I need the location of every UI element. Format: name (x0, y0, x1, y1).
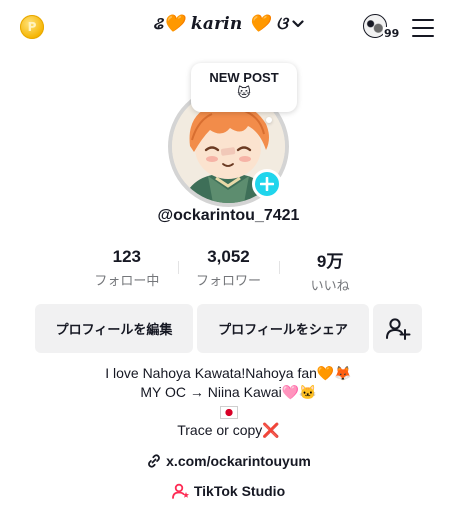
new-post-bubble-tail (266, 117, 272, 123)
stat-label: いいね (310, 279, 350, 294)
bio-link[interactable]: x.com/ockarintouyum (0, 453, 457, 469)
link-text: x.com/ockarintouyum (166, 453, 311, 469)
profile-stats: 123 フォロー中 3,052 フォロワー 9万 いいね (76, 247, 381, 294)
stat-value: 123 (112, 247, 142, 266)
link-icon (148, 454, 161, 468)
edit-profile-button[interactable]: プロフィールを編集 (35, 304, 193, 353)
stat-likes[interactable]: 9万 いいね (279, 247, 381, 294)
tiktok-studio-icon (171, 483, 189, 499)
cross-mark-icon: ❌ (262, 422, 280, 438)
profile-bio: I love Nahoya Kawata!Nahoya fan🧡🦊 MY OC … (0, 364, 457, 440)
bio-line (0, 402, 457, 421)
share-profile-button[interactable]: プロフィールをシェア (197, 304, 369, 353)
bio-line: I love Nahoya Kawata!Nahoya fan🧡🦊 (105, 365, 352, 381)
activity-avatar-button[interactable]: 99 (363, 14, 401, 44)
profile-handle: @ockarintou_7421 (157, 207, 300, 224)
stat-followers[interactable]: 3,052 フォロワー (177, 247, 280, 294)
notification-count-badge: 99 (383, 27, 401, 40)
chevron-down-icon[interactable] (292, 18, 304, 30)
stat-label: フォロー中 (94, 274, 160, 289)
plus-icon (260, 177, 274, 191)
tiktok-studio-link[interactable]: TikTok Studio (0, 483, 457, 499)
bio-line: Trace or copy❌ (0, 421, 457, 440)
new-post-emoji: 🐱 (237, 86, 251, 101)
japan-flag-icon (219, 405, 238, 419)
tiktok-studio-label: TikTok Studio (193, 483, 286, 499)
add-user-icon (385, 317, 410, 340)
add-friend-button[interactable] (373, 304, 422, 353)
new-post-bubble[interactable]: NEW POST 🐱 (191, 63, 297, 112)
stat-value: 3,052 (207, 247, 250, 266)
add-story-plus-button[interactable] (252, 169, 282, 199)
profile-username[interactable]: ଌ🧡 karin 🧡 ଓ (153, 14, 288, 34)
new-post-label: NEW POST (209, 70, 279, 85)
bio-text: Trace or copy (177, 422, 263, 438)
stat-value: 9万 (316, 252, 344, 271)
stat-following[interactable]: 123 フォロー中 (76, 247, 178, 294)
bio-line: MY OC → Niina Kawai🩷🐱 (140, 384, 317, 400)
hamburger-menu-icon[interactable] (412, 19, 434, 37)
stat-label: フォロワー (195, 274, 261, 289)
